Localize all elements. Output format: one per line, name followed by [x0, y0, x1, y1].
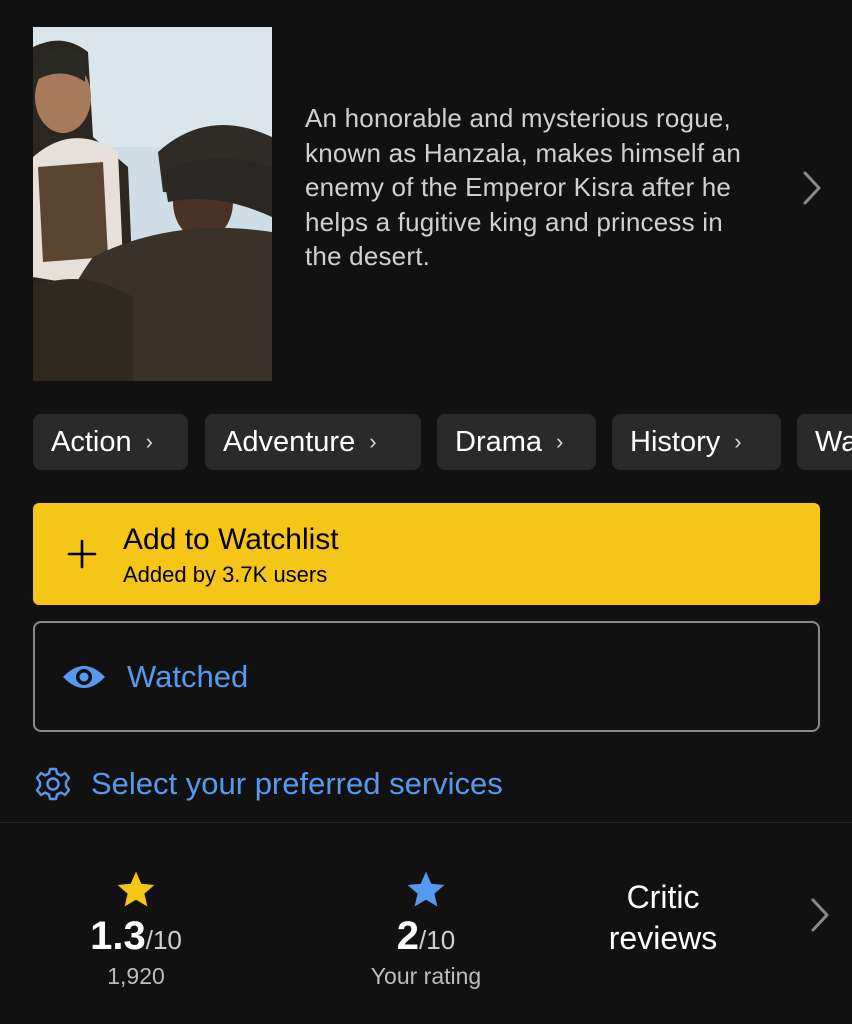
imdb-rating[interactable]: 1.3/10 1,920 [80, 868, 192, 990]
critic-reviews-line2: reviews [608, 920, 718, 956]
imdb-rating-scale: /10 [145, 925, 182, 955]
chevron-right-icon[interactable] [806, 897, 834, 933]
genre-chips: Action › Adventure › Drama › History › W… [0, 414, 852, 470]
genre-label: Adventure [223, 425, 356, 458]
chevron-right-icon[interactable] [798, 170, 826, 206]
genre-chip-adventure[interactable]: Adventure › [205, 414, 421, 470]
gear-icon [35, 767, 71, 801]
eye-icon [63, 666, 105, 688]
services-label: Select your preferred services [91, 766, 503, 801]
your-rating-value: 2 [396, 914, 420, 958]
star-icon [117, 871, 155, 907]
genre-chip-history[interactable]: History › [612, 414, 781, 470]
genre-chip-action[interactable]: Action › [33, 414, 188, 470]
poster-image [33, 27, 272, 381]
genre-label: Wa [815, 425, 852, 458]
chevron-right-icon: › [145, 429, 153, 454]
chevron-right-icon: › [734, 429, 742, 454]
your-rating[interactable]: 2/10 Your rating [356, 868, 496, 990]
imdb-rating-value: 1.3 [90, 914, 146, 958]
your-rating-scale: /10 [419, 925, 456, 955]
add-to-watchlist-button[interactable]: Add to Watchlist Added by 3.7K users [33, 503, 820, 605]
critic-reviews-link[interactable]: Critic reviews [584, 877, 742, 959]
divider [0, 822, 852, 823]
plus-icon [67, 539, 97, 569]
watchlist-count: Added by 3.7K users [123, 562, 328, 587]
genre-label: History [630, 425, 721, 458]
watched-button[interactable]: Watched [33, 621, 820, 732]
movie-poster[interactable] [33, 27, 272, 381]
chevron-right-icon: › [369, 429, 377, 454]
watched-label: Watched [127, 659, 249, 694]
your-rating-label: Your rating [370, 963, 482, 989]
genre-chip-drama[interactable]: Drama › [437, 414, 596, 470]
synopsis-text: An honorable and mysterious rogue, known… [305, 103, 742, 271]
genre-label: Action [51, 425, 132, 458]
watchlist-label: Add to Watchlist [123, 523, 339, 556]
genre-chip-war[interactable]: Wa [797, 414, 852, 470]
imdb-rating-count: 1,920 [107, 963, 165, 989]
critic-reviews-line1: Critic [626, 879, 700, 915]
genre-label: Drama [455, 425, 543, 458]
star-icon [407, 871, 445, 907]
chevron-right-icon: › [556, 429, 564, 454]
